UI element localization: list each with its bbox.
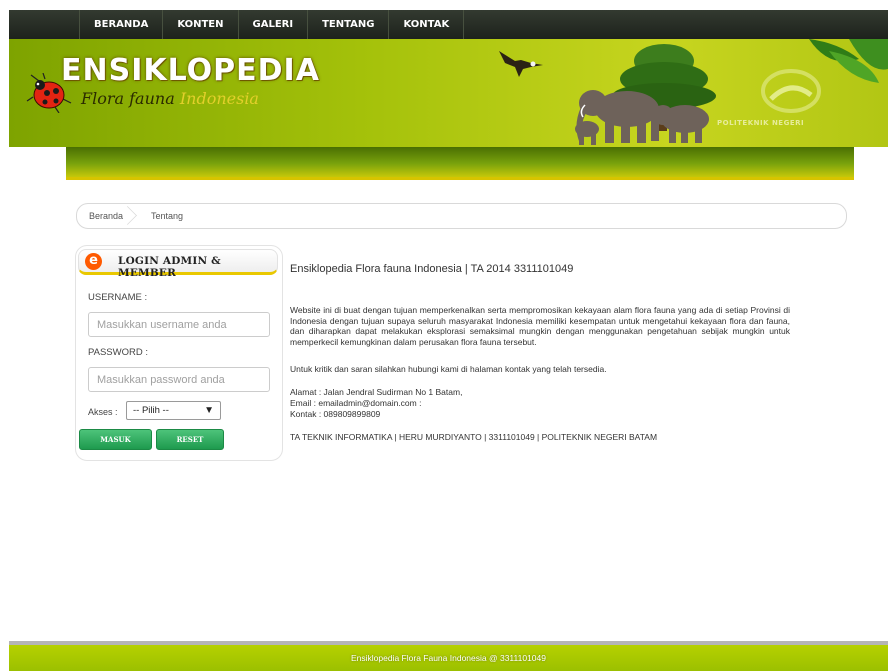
footer: Ensiklopedia Flora Fauna Indonesia @ 331… [9, 645, 888, 671]
username-label: USERNAME : [88, 292, 148, 303]
login-title: LOGIN ADMIN & MEMBER [118, 255, 221, 279]
nav-item-konten[interactable]: KONTEN [163, 10, 239, 39]
e-logo-icon: e [85, 253, 102, 270]
akses-select[interactable]: -- Pilih -- ▼ [126, 401, 221, 420]
breadcrumb: Beranda Tentang [76, 203, 847, 229]
nav-item-tentang[interactable]: TENTANG [308, 10, 390, 39]
elephant-icon [575, 90, 709, 145]
password-label: PASSWORD : [88, 347, 148, 358]
breadcrumb-beranda[interactable]: Beranda [77, 204, 139, 228]
content-alamat: Alamat : Jalan Jendral Sudirman No 1 Bat… [290, 387, 463, 397]
login-panel: e LOGIN ADMIN & MEMBER USERNAME : PASSWO… [75, 245, 283, 461]
username-input[interactable] [88, 312, 270, 337]
content-title: Ensiklopedia Flora fauna Indonesia | TA … [290, 263, 574, 275]
login-header: e LOGIN ADMIN & MEMBER [78, 249, 278, 279]
masuk-button[interactable]: MASUK [79, 429, 152, 450]
password-input[interactable] [88, 367, 270, 392]
content-email: Email : emailadmin@domain.com : [290, 398, 422, 408]
reset-button[interactable]: RESET [156, 429, 224, 450]
nav-item-kontak[interactable]: KONTAK [389, 10, 465, 39]
banner-strip [66, 147, 854, 180]
content-credits: TA TEKNIK INFORMATIKA | HERU MURDIYANTO … [290, 432, 658, 442]
nav-item-galeri[interactable]: GALERI [239, 10, 309, 39]
site-subtitle: Flora fauna Indonesia [81, 89, 259, 108]
akses-label: Akses : [88, 407, 118, 417]
nav-item-beranda[interactable]: BERANDA [79, 10, 164, 39]
eagle-icon [499, 51, 543, 77]
top-navbar: BERANDA KONTEN GALERI TENTANG KONTAK [9, 10, 888, 39]
site-logo: ENSIKLOPEDIA [61, 53, 320, 88]
breadcrumb-tentang: Tentang [151, 211, 184, 221]
header-banner: ENSIKLOPEDIA Flora fauna Indonesia POLIT… [9, 39, 888, 147]
content-description: Website ini di buat dengan tujuan memper… [290, 305, 790, 347]
akses-selected-value: -- Pilih -- [133, 405, 169, 416]
polibatam-logo-icon [761, 69, 821, 113]
dropdown-arrow-icon: ▼ [204, 405, 214, 416]
banner-org-text: POLITEKNIK NEGERI [717, 119, 805, 127]
content-kontak: Kontak : 089809899809 [290, 409, 381, 419]
content-contact-note: Untuk kritik dan saran silahkan hubungi … [290, 364, 607, 374]
